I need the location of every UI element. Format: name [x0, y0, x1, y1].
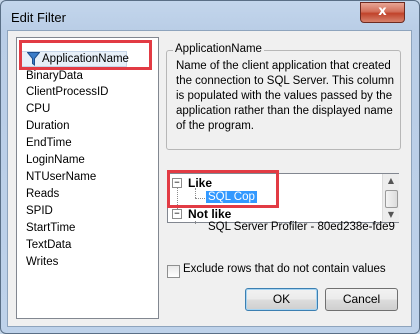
field-item[interactable]: ClientProcessID [26, 84, 108, 100]
ok-button[interactable]: OK [245, 288, 318, 311]
exclude-empty-label: Exclude rows that do not contain values [183, 263, 386, 275]
collapse-icon[interactable]: − [172, 209, 182, 219]
field-item[interactable]: BinaryData [26, 68, 83, 84]
tree-line [195, 221, 196, 224]
field-item[interactable]: Writes [26, 254, 58, 270]
exclude-empty-checkbox[interactable] [167, 265, 180, 278]
field-item[interactable]: Reads [26, 186, 59, 202]
window-title: Edit Filter [11, 10, 66, 25]
scroll-up-icon[interactable]: ▲ [383, 174, 399, 188]
close-button[interactable]: x [360, 2, 405, 23]
tree-node-not-like[interactable]: Not like [188, 207, 231, 221]
field-item[interactable]: TextData [26, 237, 71, 253]
field-item[interactable]: LoginName [26, 152, 85, 168]
field-item[interactable]: SPID [26, 203, 53, 219]
highlight-box [19, 40, 152, 70]
field-item[interactable]: CPU [26, 101, 50, 117]
highlight-box [167, 170, 279, 208]
tree-scrollbar[interactable]: ▲ ▼ [382, 174, 399, 222]
scroll-down-icon[interactable]: ▼ [383, 208, 399, 222]
tree-item-profiler[interactable]: SQL Server Profiler - 80ed238e-fde9 [206, 221, 397, 233]
description-title: ApplicationName [173, 43, 264, 55]
field-item[interactable]: NTUserName [26, 169, 96, 185]
description-text: Name of the client application that crea… [176, 60, 394, 132]
cancel-button[interactable]: Cancel [325, 288, 398, 311]
field-item[interactable]: EndTime [26, 135, 72, 151]
scroll-thumb[interactable] [385, 190, 398, 208]
field-item[interactable]: Duration [26, 118, 69, 134]
field-item[interactable]: StartTime [26, 220, 75, 236]
